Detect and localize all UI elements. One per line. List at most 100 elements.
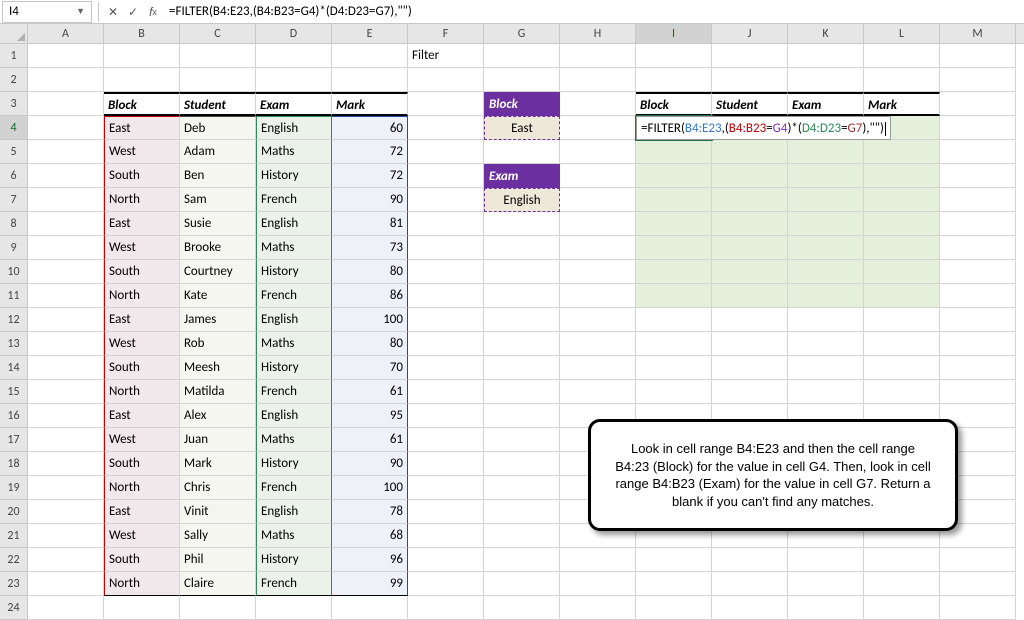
cell-E24[interactable]	[332, 596, 408, 620]
cell-A1[interactable]	[28, 44, 104, 68]
cell-F4[interactable]	[408, 116, 484, 140]
cell-B7[interactable]: North	[104, 188, 180, 212]
cell-L5[interactable]	[864, 140, 940, 164]
cell-B24[interactable]	[104, 596, 180, 620]
cell-A8[interactable]	[28, 212, 104, 236]
cell-B21[interactable]: West	[104, 524, 180, 548]
cell-M10[interactable]	[940, 260, 1016, 284]
cell-F13[interactable]	[408, 332, 484, 356]
cell-C13[interactable]: Rob	[180, 332, 256, 356]
cell-J9[interactable]	[712, 236, 788, 260]
cell-L8[interactable]	[864, 212, 940, 236]
row-header-22[interactable]: 22	[0, 548, 28, 572]
cell-B1[interactable]	[104, 44, 180, 68]
cell-B4[interactable]: East	[104, 116, 180, 140]
row-header-13[interactable]: 13	[0, 332, 28, 356]
cell-G13[interactable]	[484, 332, 560, 356]
cell-I12[interactable]	[636, 308, 712, 332]
cell-H24[interactable]	[560, 596, 636, 620]
cell-G1[interactable]	[484, 44, 560, 68]
cell-B22[interactable]: South	[104, 548, 180, 572]
cell-A18[interactable]	[28, 452, 104, 476]
cell-D6[interactable]: History	[256, 164, 332, 188]
cell-G4[interactable]: East	[484, 116, 560, 140]
row-header-6[interactable]: 6	[0, 164, 28, 188]
cell-M23[interactable]	[940, 572, 1016, 596]
cell-H7[interactable]	[560, 188, 636, 212]
cell-F1[interactable]: Filter	[408, 44, 484, 68]
cell-K11[interactable]	[788, 284, 864, 308]
cell-M5[interactable]	[940, 140, 1016, 164]
cell-C22[interactable]: Phil	[180, 548, 256, 572]
cell-C23[interactable]: Claire	[180, 572, 256, 596]
cell-C15[interactable]: Matilda	[180, 380, 256, 404]
cell-I14[interactable]	[636, 356, 712, 380]
cell-H14[interactable]	[560, 356, 636, 380]
cell-G10[interactable]	[484, 260, 560, 284]
cell-K13[interactable]	[788, 332, 864, 356]
cell-A19[interactable]	[28, 476, 104, 500]
cell-L10[interactable]	[864, 260, 940, 284]
cell-F17[interactable]	[408, 428, 484, 452]
cell-G16[interactable]	[484, 404, 560, 428]
cell-D15[interactable]: French	[256, 380, 332, 404]
cell-D3[interactable]: Exam	[256, 92, 332, 116]
cell-G6[interactable]: Exam	[484, 164, 560, 188]
cell-I9[interactable]	[636, 236, 712, 260]
row-header-2[interactable]: 2	[0, 68, 28, 92]
cell-M22[interactable]	[940, 548, 1016, 572]
cell-C7[interactable]: Sam	[180, 188, 256, 212]
cell-A20[interactable]	[28, 500, 104, 524]
row-header-24[interactable]: 24	[0, 596, 28, 620]
cell-J2[interactable]	[712, 68, 788, 92]
cell-E22[interactable]: 96	[332, 548, 408, 572]
cell-C20[interactable]: Vinit	[180, 500, 256, 524]
cell-E21[interactable]: 68	[332, 524, 408, 548]
row-header-23[interactable]: 23	[0, 572, 28, 596]
cancel-formula-button[interactable]: ✕	[103, 2, 123, 22]
cell-M15[interactable]	[940, 380, 1016, 404]
cell-J10[interactable]	[712, 260, 788, 284]
cell-J15[interactable]	[712, 380, 788, 404]
cell-L14[interactable]	[864, 356, 940, 380]
cell-K15[interactable]	[788, 380, 864, 404]
column-header-L[interactable]: L	[864, 24, 940, 43]
cell-G21[interactable]	[484, 524, 560, 548]
cell-B15[interactable]: North	[104, 380, 180, 404]
cell-D8[interactable]: English	[256, 212, 332, 236]
cell-H15[interactable]	[560, 380, 636, 404]
cell-B14[interactable]: South	[104, 356, 180, 380]
cell-E10[interactable]: 80	[332, 260, 408, 284]
cell-C24[interactable]	[180, 596, 256, 620]
cell-M9[interactable]	[940, 236, 1016, 260]
cell-G15[interactable]	[484, 380, 560, 404]
row-header-11[interactable]: 11	[0, 284, 28, 308]
accept-formula-button[interactable]: ✓	[123, 2, 143, 22]
cell-D1[interactable]	[256, 44, 332, 68]
cell-B8[interactable]: East	[104, 212, 180, 236]
cell-F22[interactable]	[408, 548, 484, 572]
cell-H13[interactable]	[560, 332, 636, 356]
cell-I24[interactable]	[636, 596, 712, 620]
cell-L11[interactable]	[864, 284, 940, 308]
row-header-7[interactable]: 7	[0, 188, 28, 212]
cell-F21[interactable]	[408, 524, 484, 548]
cell-K24[interactable]	[788, 596, 864, 620]
cell-L13[interactable]	[864, 332, 940, 356]
cell-D19[interactable]: French	[256, 476, 332, 500]
cell-C6[interactable]: Ben	[180, 164, 256, 188]
row-header-4[interactable]: 4	[0, 116, 28, 140]
row-header-14[interactable]: 14	[0, 356, 28, 380]
cell-M8[interactable]	[940, 212, 1016, 236]
cell-F6[interactable]	[408, 164, 484, 188]
cell-J7[interactable]	[712, 188, 788, 212]
select-all-corner[interactable]	[0, 24, 28, 43]
cell-D22[interactable]: History	[256, 548, 332, 572]
cell-F10[interactable]	[408, 260, 484, 284]
cell-H23[interactable]	[560, 572, 636, 596]
cell-L24[interactable]	[864, 596, 940, 620]
cell-D20[interactable]: English	[256, 500, 332, 524]
cell-I8[interactable]	[636, 212, 712, 236]
row-header-15[interactable]: 15	[0, 380, 28, 404]
cell-I15[interactable]	[636, 380, 712, 404]
